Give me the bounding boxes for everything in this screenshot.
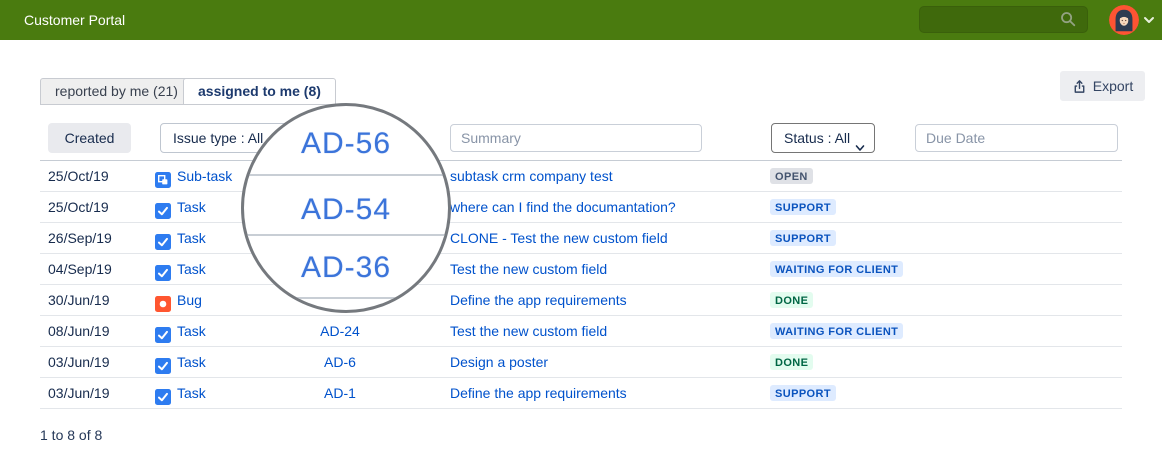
chevron-down-icon[interactable] [1143, 13, 1155, 25]
issue-summary-link[interactable]: Design a poster [450, 347, 548, 377]
status-badge: SUPPORT [770, 385, 836, 401]
status-badge: WAITING FOR CLIENT [770, 323, 903, 339]
magnified-issue-key: AD-36 [244, 251, 448, 285]
issue-summary-link[interactable]: Test the new custom field [450, 316, 607, 346]
chevron-down-icon [855, 134, 865, 162]
status-badge: SUPPORT [770, 230, 836, 246]
tab-assigned-to-me[interactable]: assigned to me (8) [183, 78, 336, 105]
issue-table: 25/Oct/19 Sub-task subtask crm company t… [40, 160, 1122, 409]
status-badge: DONE [770, 354, 813, 370]
issue-summary-link[interactable]: where can I find the documantation? [450, 192, 676, 222]
task-icon [155, 385, 171, 401]
issue-summary-link[interactable]: Define the app requirements [450, 285, 627, 315]
magnifier-overlay: AD-56 AD-54 AD-36 [241, 103, 451, 313]
status-badge: WAITING FOR CLIENT [770, 261, 903, 277]
bug-icon [155, 292, 171, 308]
created-date: 25/Oct/19 [48, 161, 109, 191]
issue-type-link[interactable]: Task [177, 316, 206, 346]
table-row[interactable]: 08/Jun/19 Task AD-24 Test the new custom… [40, 315, 1122, 346]
magnified-issue-key: AD-56 [244, 127, 448, 161]
issue-type-link[interactable]: Task [177, 254, 206, 284]
issue-type-link[interactable]: Bug [177, 285, 202, 315]
summary-filter-input[interactable] [450, 124, 702, 152]
table-row[interactable]: 26/Sep/19 Task CLONE - Test the new cust… [40, 222, 1122, 253]
created-date: 03/Jun/19 [48, 378, 110, 408]
created-date: 30/Jun/19 [48, 285, 110, 315]
issue-key-link[interactable]: AD-1 [324, 378, 356, 408]
page-title: Customer Portal [24, 0, 125, 40]
created-column-button[interactable]: Created [48, 123, 131, 153]
search-icon[interactable] [1060, 11, 1076, 27]
magnified-row-divider [244, 174, 448, 176]
created-date: 04/Sep/19 [48, 254, 112, 284]
issue-summary-link[interactable]: subtask crm company test [450, 161, 613, 191]
status-badge: OPEN [770, 168, 813, 184]
due-date-filter-input[interactable] [915, 124, 1118, 152]
issue-summary-link[interactable]: Test the new custom field [450, 254, 607, 284]
task-icon [155, 261, 171, 277]
issue-type-link[interactable]: Task [177, 192, 206, 222]
table-row[interactable]: 25/Oct/19 Sub-task subtask crm company t… [40, 160, 1122, 191]
status-badge: SUPPORT [770, 199, 836, 215]
task-icon [155, 199, 171, 215]
created-date: 03/Jun/19 [48, 347, 110, 377]
created-date: 25/Oct/19 [48, 192, 109, 222]
magnified-row-divider [244, 234, 448, 236]
issue-type-link[interactable]: Sub-task [177, 161, 232, 191]
user-avatar[interactable] [1109, 5, 1139, 35]
export-label: Export [1093, 78, 1133, 94]
table-row[interactable]: 25/Oct/19 Task where can I find the docu… [40, 191, 1122, 222]
status-badge: DONE [770, 292, 813, 308]
status-filter-label: Status : All [784, 130, 850, 146]
issue-summary-link[interactable]: Define the app requirements [450, 378, 627, 408]
export-button[interactable]: Export [1060, 71, 1145, 101]
issue-key-link[interactable]: AD-24 [320, 316, 360, 346]
table-row[interactable]: 03/Jun/19 Task AD-1 Define the app requi… [40, 377, 1122, 408]
magnified-issue-key: AD-54 [244, 193, 448, 227]
app-header: Customer Portal [0, 0, 1162, 40]
created-date: 26/Sep/19 [48, 223, 112, 253]
subtask-icon [155, 168, 171, 184]
issue-type-link[interactable]: Task [177, 347, 206, 377]
issue-key-link[interactable]: AD-6 [324, 347, 356, 377]
task-icon [155, 230, 171, 246]
issue-type-link[interactable]: Task [177, 378, 206, 408]
pagination-summary: 1 to 8 of 8 [40, 427, 102, 443]
task-icon [155, 354, 171, 370]
status-filter-dropdown[interactable]: Status : All [771, 123, 875, 153]
table-row[interactable]: 30/Jun/19 Bug Define the app requirement… [40, 284, 1122, 315]
table-row[interactable]: 03/Jun/19 Task AD-6 Design a poster DONE [40, 346, 1122, 377]
export-icon [1072, 79, 1087, 94]
task-icon [155, 323, 171, 339]
issue-summary-link[interactable]: CLONE - Test the new custom field [450, 223, 668, 253]
magnified-row-divider [244, 297, 448, 299]
issue-type-link[interactable]: Task [177, 223, 206, 253]
created-date: 08/Jun/19 [48, 316, 110, 346]
tab-reported-by-me[interactable]: reported by me (21) [40, 78, 193, 105]
table-row[interactable]: 04/Sep/19 Task Test the new custom field… [40, 253, 1122, 284]
